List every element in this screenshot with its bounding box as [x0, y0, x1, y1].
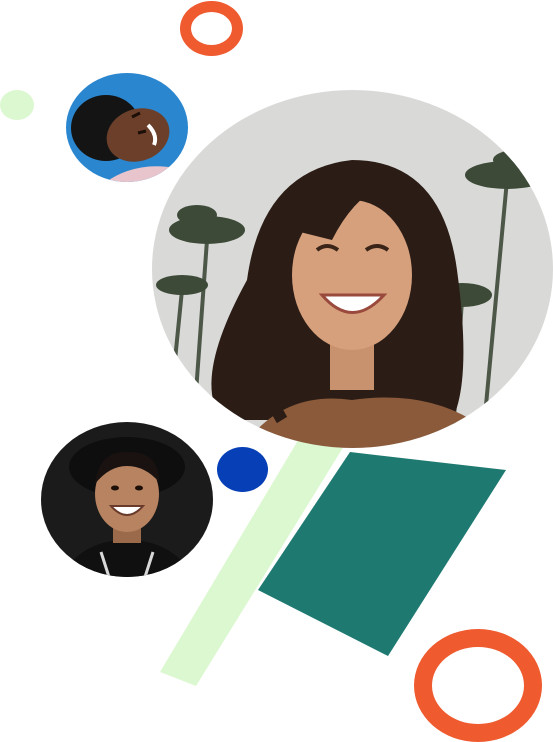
small-photo: [66, 73, 188, 182]
man-photo: [41, 422, 213, 577]
photo-man-dark-background-icon: [41, 422, 213, 577]
main-photo: [152, 90, 553, 448]
blue-dot-icon: [217, 447, 268, 492]
orange-ring-bottom-icon: [414, 629, 542, 742]
photo-woman-blue-background-icon: [66, 73, 188, 182]
photo-woman-palm-trees-icon: [152, 90, 553, 448]
